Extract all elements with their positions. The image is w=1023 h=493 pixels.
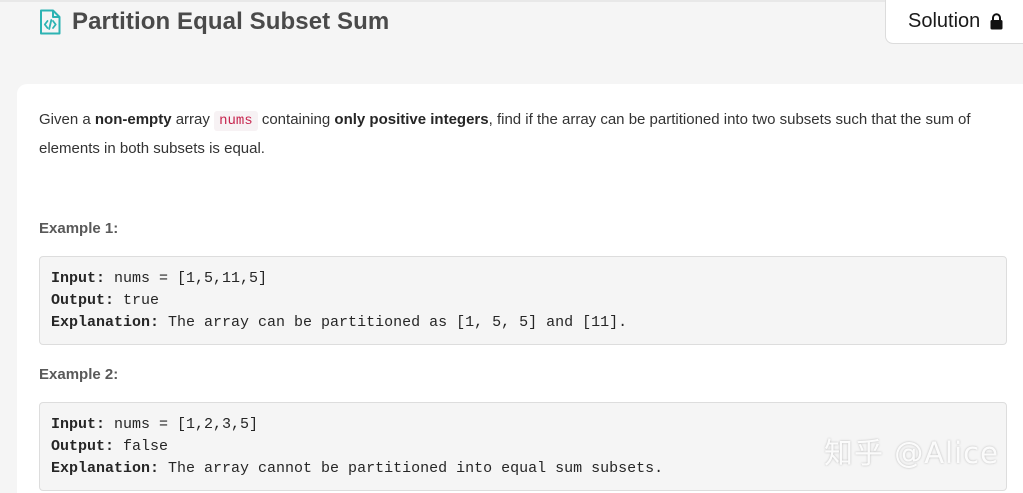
example-1-block: Input: nums = [1,5,11,5] Output: true Ex… — [39, 256, 1007, 345]
example-1-output: Output: true — [51, 290, 995, 312]
inline-code-nums: nums — [214, 111, 258, 131]
example-1-heading: Example 1: — [39, 220, 119, 237]
solution-tab[interactable]: Solution — [885, 0, 1023, 44]
example-1-explanation: Explanation: The array can be partitione… — [51, 312, 995, 334]
example-2-heading: Example 2: — [39, 366, 119, 383]
problem-header: Partition Equal Subset Sum — [38, 6, 389, 38]
example-1-input: Input: nums = [1,5,11,5] — [51, 268, 995, 290]
problem-page: Partition Equal Subset Sum Solution Give… — [0, 0, 1023, 493]
output-label: Output: — [51, 292, 115, 309]
desc-text: containing — [257, 111, 335, 128]
output-value: false — [114, 438, 169, 455]
explanation-label: Explanation: — [51, 460, 160, 477]
desc-text: Given a — [39, 111, 95, 128]
watermark: 知乎 @Alice — [824, 436, 999, 470]
top-divider — [0, 0, 1023, 2]
input-label: Input: — [51, 270, 106, 287]
output-label: Output: — [51, 438, 115, 455]
code-file-icon — [38, 9, 62, 35]
desc-bold-non-empty: non-empty — [94, 111, 172, 128]
input-value: nums = [1,5,11,5] — [105, 270, 268, 287]
lock-icon — [990, 13, 1003, 30]
explanation-label: Explanation: — [51, 314, 160, 331]
explanation-value: The array can be partitioned as [1, 5, 5… — [159, 314, 628, 331]
problem-description: Given a non-empty array nums containing … — [39, 106, 1014, 162]
input-value: nums = [1,2,3,5] — [105, 416, 259, 433]
desc-text: array — [171, 111, 215, 128]
desc-bold-positive-integers: only positive integers — [334, 111, 489, 128]
output-value: true — [114, 292, 160, 309]
input-label: Input: — [51, 416, 106, 433]
problem-title: Partition Equal Subset Sum — [72, 8, 390, 35]
explanation-value: The array cannot be partitioned into equ… — [159, 460, 664, 477]
solution-tab-label: Solution — [908, 10, 981, 32]
